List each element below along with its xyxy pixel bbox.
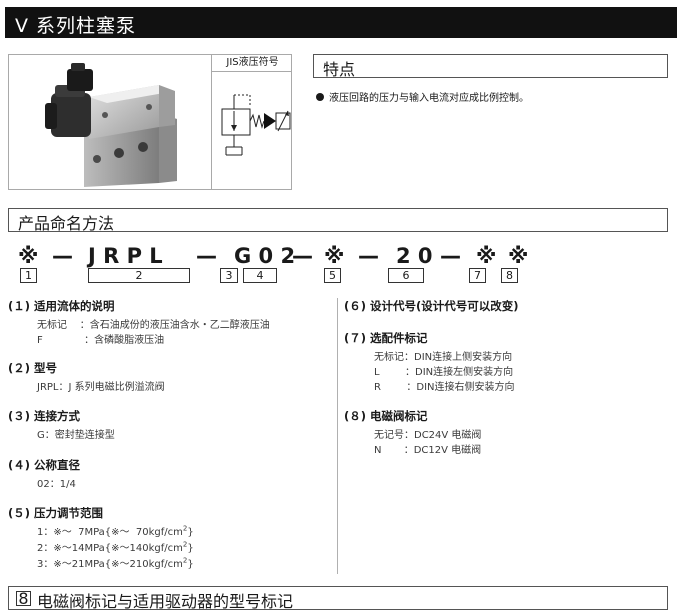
item-line-tail: } — [187, 543, 194, 554]
code-segment: — — [292, 244, 313, 268]
code-segment: G 0 2 — [234, 244, 296, 268]
item-line-text: 3：※～21MPa{※～210kgf/cm — [37, 559, 183, 570]
item-heading: (５) 压力调节范围 — [8, 506, 104, 520]
code-segment: ※ — [508, 244, 529, 268]
code-segment: J R P L — [88, 244, 163, 268]
position-number-box: 8 — [501, 268, 518, 283]
item-line: R ：DIN连接右侧安装方向 — [374, 382, 515, 393]
item-line: G：密封垫连接型 — [37, 430, 115, 441]
item-line-tail: } — [187, 527, 194, 538]
code-segment: ※ — [476, 244, 497, 268]
product-figure: JIS液压符号 — [8, 54, 292, 190]
position-number-box: 2 — [88, 268, 190, 283]
naming-section-header: 产品命名方法 — [8, 208, 668, 233]
item-line-text: 2：※～14MPa{※～140kgf/cm — [37, 543, 183, 554]
product-photo-image — [45, 63, 177, 187]
page-title: V 系列柱塞泵 — [15, 15, 137, 37]
solenoid-driver-section-title: 电磁阀标记与适用驱动器的型号标记 — [37, 592, 294, 611]
item-line: 02：1/4 — [37, 479, 76, 490]
item-heading: (８) 电磁阀标记 — [344, 409, 428, 423]
code-segment: — — [358, 244, 379, 268]
position-number-box: 3 — [220, 268, 238, 283]
item-line: 1：※～ 7MPa{※～ 70kgf/cm2} — [37, 523, 194, 538]
item-line-text: 1：※～ 7MPa{※～ 70kgf/cm — [37, 527, 183, 538]
features-section-header: 特点 — [313, 54, 668, 79]
item-line: 无标记 ：含石油成份的液压油含水・乙二醇液压油 — [37, 320, 270, 331]
item-heading: (６) 设计代号(设计代号可以改变) — [344, 299, 519, 313]
position-number-box: 7 — [469, 268, 486, 283]
item-heading: (２) 型号 — [8, 361, 58, 375]
code-segment: — — [196, 244, 217, 268]
item-heading: (７) 选配件标记 — [344, 331, 428, 345]
jis-symbol-label: JIS液压符号 — [212, 55, 291, 72]
item-heading: (３) 连接方式 — [8, 409, 81, 423]
code-segment: 2 0 — [396, 244, 433, 268]
item-heading: (１) 适用流体的说明 — [8, 299, 115, 313]
item-line: N ：DC12V 电磁阀 — [374, 445, 482, 456]
item-line: 无标记：DIN连接上侧安装方向 — [374, 352, 513, 363]
item-line: L ：DIN连接左侧安装方向 — [374, 367, 514, 378]
feature-text: 液压回路的压力与输入电流对应成比例控制。 — [329, 93, 529, 104]
position-number-box: 6 — [388, 268, 424, 283]
item-line: 2：※～14MPa{※～140kgf/cm2} — [37, 539, 194, 554]
features-title: 特点 — [323, 60, 356, 79]
section-number-badge: 8 — [16, 591, 31, 607]
item-heading: (４) 公称直径 — [8, 458, 81, 472]
page-title-bar: V 系列柱塞泵 — [5, 7, 677, 38]
position-number-box: 5 — [324, 268, 341, 283]
jis-hydraulic-symbol-icon — [221, 94, 291, 156]
code-segment: ※ — [324, 244, 345, 268]
bullet-icon — [316, 92, 324, 101]
item-line-tail: } — [187, 559, 194, 570]
jis-symbol-panel: JIS液压符号 — [211, 55, 291, 189]
item-line: 3：※～21MPa{※～210kgf/cm2} — [37, 555, 194, 570]
item-line: JRPL：J 系列电磁比例溢流阀 — [37, 382, 165, 393]
position-number-box: 4 — [243, 268, 277, 283]
item-line: 无记号：DC24V 电磁阀 — [374, 430, 482, 441]
item-line: F ：含磷酸脂液压油 — [37, 335, 165, 346]
solenoid-driver-section-header: 8 电磁阀标记与适用驱动器的型号标记 — [8, 586, 668, 611]
code-segment: — — [52, 244, 73, 268]
feature-item: 液压回路的压力与输入电流对应成比例控制。 — [316, 89, 529, 104]
naming-title: 产品命名方法 — [18, 214, 115, 233]
code-segment: ※ — [18, 244, 39, 268]
column-divider — [337, 298, 338, 574]
position-number-box: 1 — [20, 268, 37, 283]
code-segment: — — [440, 244, 461, 268]
